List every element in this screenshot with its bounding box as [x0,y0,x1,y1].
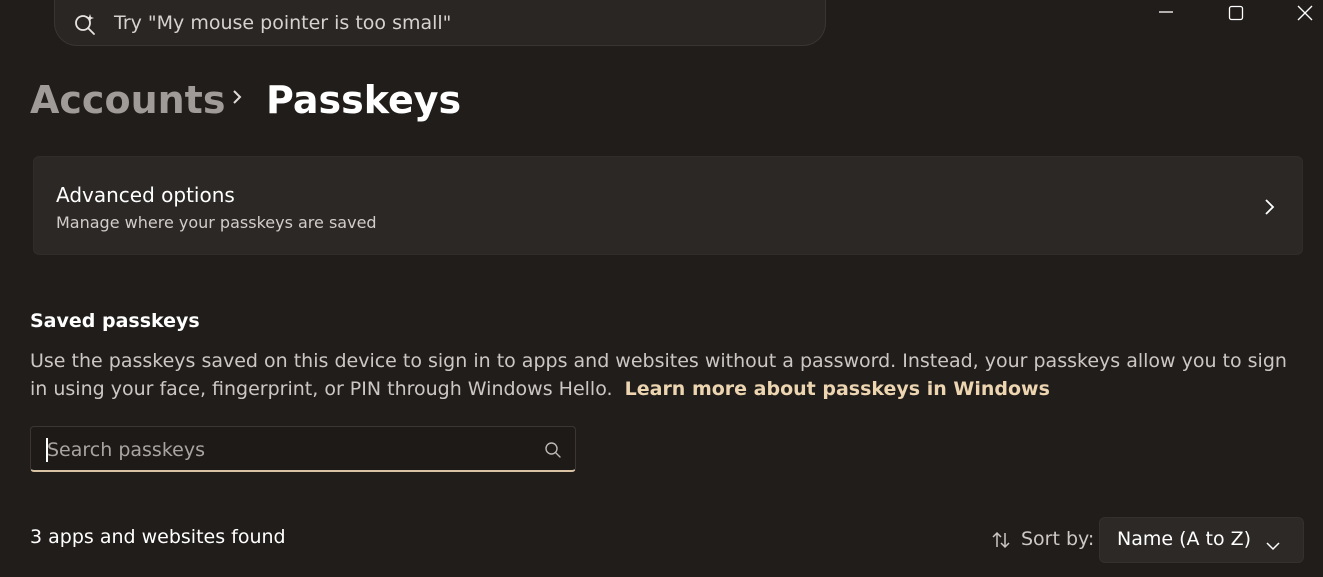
close-button[interactable] [1282,0,1323,24]
advanced-options-subtitle: Manage where your passkeys are saved [56,213,377,232]
settings-search-placeholder: Try "My mouse pointer is too small" [114,12,452,34]
settings-search-box[interactable]: Try "My mouse pointer is too small" [54,0,826,46]
search-icon[interactable] [544,441,562,459]
results-count: 3 apps and websites found [30,526,286,548]
minimize-button[interactable] [1143,0,1189,24]
breadcrumb-accounts-link[interactable]: Accounts [30,78,225,122]
sort-by-dropdown[interactable]: Name (A to Z) [1099,517,1304,563]
chevron-right-icon [228,87,246,107]
saved-passkeys-description: Use the passkeys saved on this device to… [30,347,1300,403]
advanced-options-title: Advanced options [56,183,235,207]
maximize-button[interactable] [1213,0,1259,24]
learn-more-link[interactable]: Learn more about passkeys in Windows [625,378,1050,400]
chevron-down-icon [1266,536,1280,551]
search-sparkle-icon [73,12,97,36]
sort-selected-value: Name (A to Z) [1117,528,1252,550]
saved-passkeys-heading: Saved passkeys [30,310,200,332]
minimize-icon [1159,11,1173,13]
advanced-options-card[interactable]: Advanced options Manage where your passk… [33,156,1303,255]
search-passkeys-input[interactable] [45,433,539,467]
chevron-right-icon [1264,197,1276,217]
search-passkeys-field[interactable] [30,426,576,472]
text-caret [46,438,48,462]
page-title: Passkeys [266,78,462,122]
sort-icon [991,530,1011,550]
maximize-icon [1228,5,1244,21]
close-icon [1297,5,1313,21]
sort-by-label: Sort by: [1021,528,1095,550]
